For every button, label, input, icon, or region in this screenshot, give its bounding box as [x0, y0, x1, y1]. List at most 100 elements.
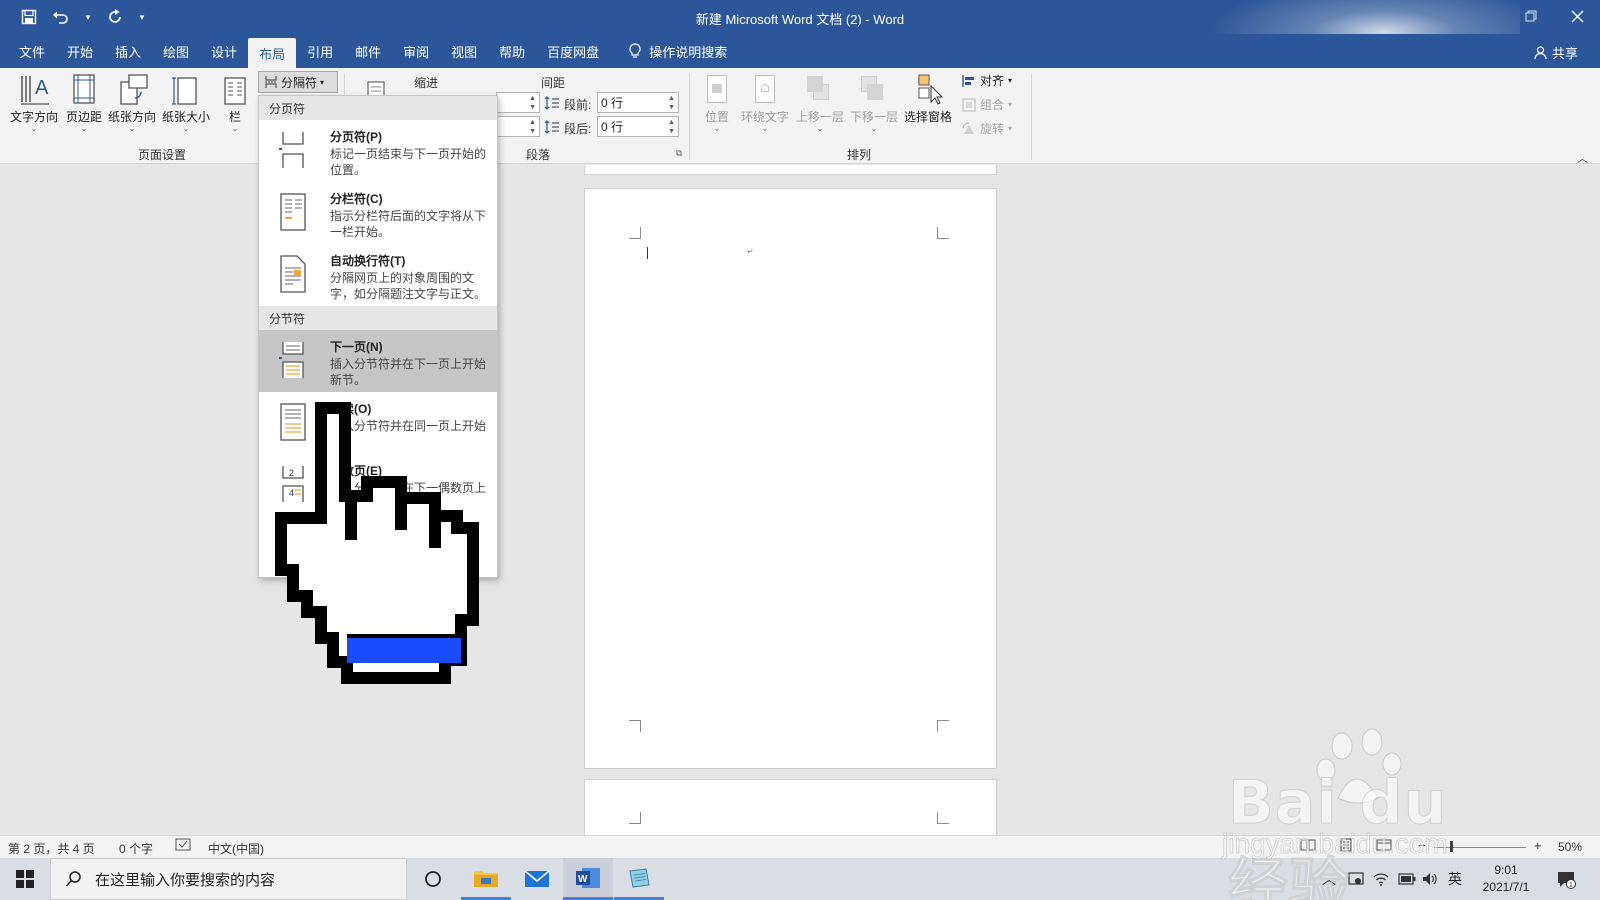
word-app-icon[interactable]: W — [563, 858, 613, 900]
breaks-label: 分隔符 — [281, 75, 318, 90]
tab-draw[interactable]: 绘图 — [152, 34, 200, 68]
collapse-ribbon-icon[interactable]: ︿ — [1577, 150, 1588, 166]
chevron-down-icon: ⌄ — [816, 124, 824, 133]
selection-pane-icon — [911, 72, 945, 108]
menu-item-next-page[interactable]: 下一页(N) 插入分节符并在下一页上开始新节。 — [259, 330, 497, 392]
tab-help[interactable]: 帮助 — [488, 34, 536, 68]
selection-pane-button[interactable]: 选择窗格 — [904, 72, 952, 125]
orientation-button[interactable]: 纸张方向 ⌄ — [108, 72, 156, 133]
tab-file[interactable]: 文件 — [8, 34, 56, 68]
menu-item-column-break[interactable]: 分栏符(C) 指示分栏符后面的文字将从下一栏开始。 — [259, 182, 497, 244]
wrap-text-button[interactable]: 环绕文字 ⌄ — [741, 72, 789, 133]
text-direction-label: 文字方向 — [10, 110, 59, 124]
word-count[interactable]: 0 个字 — [119, 840, 153, 857]
zoom-in-icon[interactable]: + — [1534, 838, 1542, 853]
tab-design[interactable]: 设计 — [200, 34, 248, 68]
tab-review[interactable]: 审阅 — [392, 34, 440, 68]
print-layout-icon[interactable] — [1338, 838, 1354, 855]
menu-item-page-break[interactable]: 分页符(P) 标记一页结束与下一页开始的位置。 — [259, 120, 497, 182]
zoom-level[interactable]: 50% — [1558, 840, 1582, 854]
tell-me-search[interactable]: 操作说明搜索 — [618, 34, 738, 68]
battery-icon[interactable] — [1398, 858, 1416, 900]
spacing-after-field[interactable]: 0 行 ▲ ▼ — [597, 116, 679, 137]
spacing-before-icon — [544, 95, 560, 114]
notifications-icon[interactable]: 1 — [1556, 858, 1576, 900]
share-button[interactable]: 共享 — [1534, 43, 1578, 62]
page-break-icon — [277, 130, 304, 168]
tab-references[interactable]: 引用 — [296, 34, 344, 68]
notepad-app-icon[interactable] — [614, 858, 664, 900]
page-count[interactable]: 第 2 页，共 4 页 — [8, 840, 95, 857]
margins-button[interactable]: 页边距 ⌄ — [66, 72, 102, 133]
paper-size-button[interactable]: 纸张大小 ⌄ — [162, 72, 210, 133]
margin-marker — [629, 812, 641, 824]
text-direction-button[interactable]: A 文字方向 ⌄ — [10, 72, 58, 133]
columns-button[interactable]: 栏 ⌄ — [223, 72, 247, 133]
menu-item-text-wrapping-break[interactable]: 自动换行符(T) 分隔网页上的对象周围的文字，如分隔题注文字与正文。 — [259, 244, 497, 306]
tray-app-icon[interactable] — [1348, 858, 1364, 900]
spinner-icon[interactable]: ▲ ▼ — [668, 118, 675, 136]
spinner-icon[interactable]: ▲ ▼ — [668, 94, 675, 112]
title-bar: ▾ ▾ 新建 Microsoft Word 文档 (2) - Word — [0, 0, 1600, 92]
paragraph-group-label: 段落 — [526, 148, 551, 162]
wifi-icon[interactable] — [1373, 858, 1389, 900]
close-icon[interactable] — [1554, 0, 1600, 32]
document-area[interactable]: ↵ — [0, 165, 1600, 835]
lightbulb-icon — [629, 43, 641, 58]
tab-view[interactable]: 视图 — [440, 34, 488, 68]
position-button[interactable]: 位置 ⌄ — [700, 72, 734, 133]
chevron-down-icon: ▾ — [1008, 100, 1013, 109]
margin-marker — [629, 720, 641, 732]
spacing-after-label: 段后: — [564, 122, 592, 136]
indent-right-field[interactable]: ▲ ▼ — [496, 116, 540, 137]
chevron-down-icon: ⌄ — [30, 124, 38, 133]
bring-forward-button[interactable]: 上移一层 ⌄ — [796, 72, 844, 133]
spinner-icon[interactable]: ▲ ▼ — [529, 118, 536, 136]
group-objects-button[interactable]: 组合 ▾ — [962, 96, 1012, 113]
tab-baidu-netdisk[interactable]: 百度网盘 — [536, 34, 610, 68]
ime-indicator[interactable]: 英 — [1448, 858, 1462, 900]
restore-icon[interactable] — [1508, 0, 1554, 32]
zoom-slider-handle[interactable] — [1450, 841, 1453, 852]
share-label: 共享 — [1551, 46, 1578, 61]
breaks-button[interactable]: 分隔符 ▾ — [258, 71, 338, 93]
breaks-icon — [265, 76, 277, 88]
text-wrapping-desc: 分隔网页上的对象周围的文字，如分隔题注文字与正文。 — [330, 271, 487, 301]
align-button[interactable]: 对齐 ▾ — [962, 72, 1012, 89]
tab-home[interactable]: 开始 — [56, 34, 104, 68]
window-title: 新建 Microsoft Word 文档 (2) - Word — [695, 12, 905, 27]
chevron-down-icon: ⌄ — [713, 124, 721, 133]
arrange-group-label: 排列 — [847, 148, 872, 162]
search-placeholder: 在这里输入你要搜索的内容 — [95, 871, 276, 889]
volume-icon[interactable] — [1422, 858, 1438, 900]
spinner-icon[interactable]: ▲ ▼ — [529, 94, 536, 112]
send-backward-button[interactable]: 下移一层 ⌄ — [850, 72, 898, 133]
align-icon — [962, 74, 974, 87]
taskbar-search-box[interactable]: 在这里输入你要搜索的内容 — [50, 858, 407, 900]
document-page-2[interactable]: ↵ — [584, 188, 997, 769]
language-indicator[interactable]: 中文(中国) — [208, 840, 264, 857]
spacing-before-field[interactable]: 0 行 ▲ ▼ — [597, 92, 679, 113]
document-page-3[interactable] — [584, 779, 997, 835]
page-setup-group-label: 页面设置 — [138, 148, 187, 162]
web-layout-icon[interactable] — [1376, 838, 1392, 855]
tab-insert[interactable]: 插入 — [104, 34, 152, 68]
proofing-icon[interactable] — [175, 838, 191, 855]
rotate-button[interactable]: 旋转 ▾ — [962, 120, 1012, 137]
mail-icon[interactable] — [512, 858, 562, 900]
rotate-icon — [962, 121, 974, 134]
system-clock[interactable]: 9:01 2021/7/1 — [1476, 862, 1536, 896]
windows-start-button[interactable] — [0, 858, 50, 900]
tab-mailings[interactable]: 邮件 — [344, 34, 392, 68]
column-break-title: 分栏符(C) — [330, 192, 383, 206]
dialog-launcher-icon[interactable]: ⧉ — [676, 148, 682, 159]
tray-overflow-icon[interactable]: ︿ — [1322, 858, 1336, 900]
indent-left-field[interactable]: ▲ ▼ — [496, 92, 540, 113]
zoom-out-icon[interactable]: − — [1418, 838, 1426, 853]
document-page-1[interactable] — [584, 165, 997, 175]
zoom-slider[interactable] — [1434, 847, 1526, 848]
tab-layout[interactable]: 布局 — [248, 38, 297, 68]
read-mode-icon[interactable] — [1300, 838, 1316, 855]
file-explorer-icon[interactable] — [461, 858, 511, 900]
cortana-icon[interactable] — [408, 858, 458, 900]
